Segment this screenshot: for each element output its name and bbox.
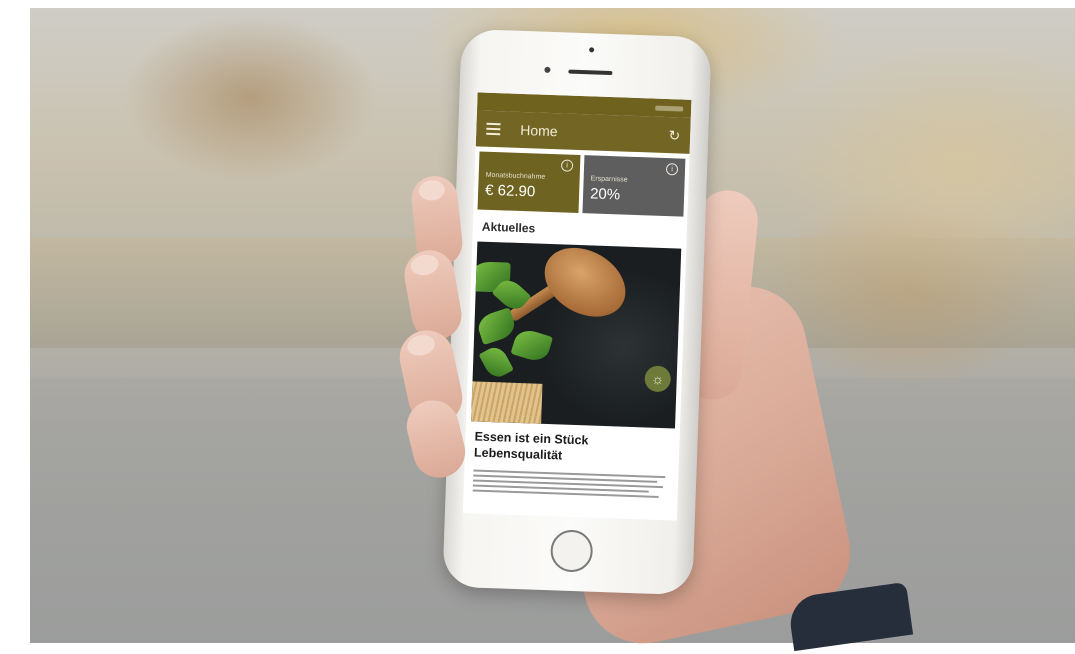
savings-value: 20%	[589, 185, 621, 204]
basil-leaf	[510, 326, 554, 365]
balance-label: Monatsbuchnahme	[485, 171, 546, 181]
article-title[interactable]: Essen ist ein Stück Lebensqualität	[465, 421, 680, 474]
menu-icon[interactable]	[486, 122, 501, 136]
basil-leaf	[478, 343, 514, 382]
phone-screen: Home ↻ i Monatsbuchnahme € 62.90 i Erspa…	[462, 92, 692, 521]
pasta	[471, 381, 543, 424]
status-indicators	[655, 105, 684, 112]
article-text	[464, 469, 679, 499]
savings-label: Ersparnisse	[590, 175, 628, 184]
app-title: Home	[520, 121, 558, 140]
balance-card[interactable]: i Monatsbuchnahme € 62.90	[477, 151, 581, 213]
info-icon[interactable]: i	[665, 163, 679, 176]
refresh-icon[interactable]: ↻	[668, 127, 680, 144]
info-icon[interactable]: i	[560, 159, 574, 172]
summary-cards: i Monatsbuchnahme € 62.90 i Ersparnisse …	[474, 146, 690, 217]
fingernail	[417, 179, 446, 202]
speaker-grille	[568, 69, 613, 76]
fingernail	[405, 332, 437, 359]
article-image[interactable]: ☼	[471, 241, 682, 429]
front-camera	[544, 66, 551, 73]
lightbulb-icon: ☼	[644, 365, 672, 393]
home-button[interactable]	[549, 529, 594, 573]
balance-value: € 62.90	[484, 181, 536, 201]
savings-card[interactable]: i Ersparnisse 20%	[582, 155, 686, 217]
camera-dot	[589, 47, 595, 53]
wooden-spoon	[532, 241, 638, 331]
fingernail	[409, 252, 441, 278]
smartphone: Home ↻ i Monatsbuchnahme € 62.90 i Erspa…	[442, 28, 712, 596]
